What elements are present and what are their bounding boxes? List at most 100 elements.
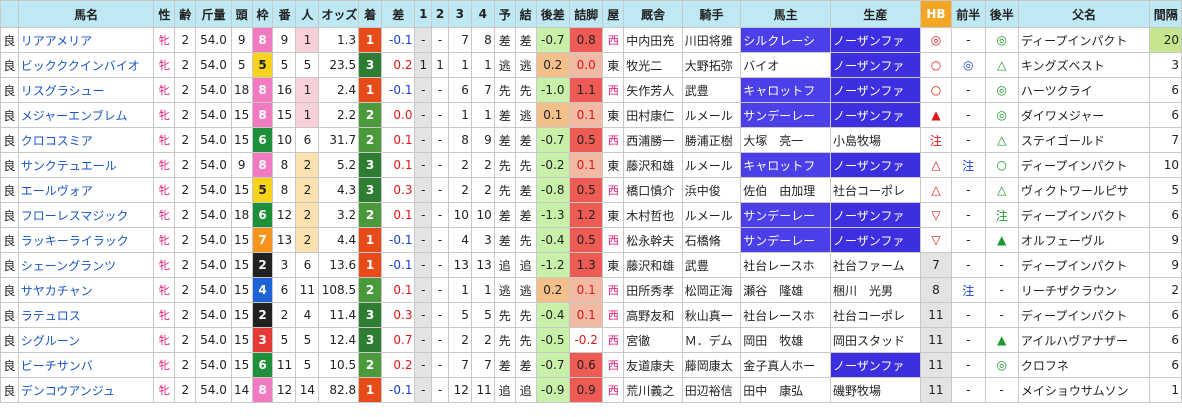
sire-cell: ディープインパクト [1017,252,1151,278]
column-header[interactable]: 齢 [174,0,197,28]
column-header[interactable]: 騎手 [681,0,742,28]
finish-cell: 2 [358,127,383,153]
column-header[interactable]: 性 [153,0,176,28]
horse-name-link[interactable]: シグルーン [17,327,155,353]
column-header[interactable]: オッズ [318,0,360,28]
column-header[interactable]: 父名 [1017,0,1151,28]
horse-name-link[interactable]: リアアメリア [17,27,155,53]
column-header[interactable]: HB [919,0,953,28]
bracket-cell: 6 [251,202,274,228]
field-size-cell: 15 [230,252,253,278]
column-header[interactable]: 結 [514,0,537,28]
predicted-style-cell: 先 [493,302,516,328]
column-header[interactable]: 番 [272,0,297,28]
odds-cell: 11.4 [318,302,360,328]
corner3-cell: 4 [447,227,472,253]
column-header[interactable]: 3 [447,0,472,28]
sex-cell: 牝 [153,277,176,303]
corner3-cell: 1 [447,277,472,303]
horse-name-link[interactable]: サヤカチャン [17,277,155,303]
corner3-cell: 10 [447,202,472,228]
horse-name-link[interactable]: ビーチサンバ [17,352,155,378]
jockey-cell: Ｍ．デム [681,327,742,353]
weight-cell: 54.0 [195,152,232,178]
track-condition: 良 [0,127,19,153]
horse-name-link[interactable]: サンクテュエール [17,152,155,178]
predicted-style-cell: 先 [493,327,516,353]
corner1-cell: - [414,277,433,303]
horse-name-link[interactable]: ビックククインバイオ [17,52,155,78]
hb-mark-cell: 8 [919,277,953,303]
column-header[interactable]: 着 [358,0,383,28]
column-header[interactable]: 2 [431,0,449,28]
column-header[interactable]: 馬主 [740,0,831,28]
jockey-cell: 浜中俊 [681,177,742,203]
column-header[interactable]: 詰脚 [568,0,604,28]
trainer-cell: 荒川義之 [623,377,683,403]
bracket-cell: 7 [251,227,274,253]
corner1-cell: - [414,152,433,178]
horse-name-link[interactable]: メジャーエンブレム [17,102,155,128]
interval-cell: 1 [1149,377,1182,403]
finish-cell: 2 [358,202,383,228]
result-style-cell: 先 [514,152,537,178]
horse-name-link[interactable]: フローレスマジック [17,202,155,228]
horse-name-link[interactable]: ラッキーライラック [17,227,155,253]
horse-name-link[interactable]: エールヴォア [17,177,155,203]
column-header[interactable]: 厩舎 [623,0,683,28]
finish-cell: 1 [358,227,383,253]
column-header[interactable]: 1 [414,0,433,28]
odds-cell: 3.2 [318,202,360,228]
column-header[interactable]: 後差 [535,0,570,28]
jockey-cell: 田辺裕信 [681,377,742,403]
column-header[interactable]: 間隔 [1149,0,1182,28]
weight-cell: 54.0 [195,227,232,253]
column-header[interactable]: 屋 [602,0,625,28]
column-header[interactable]: 生産 [829,0,921,28]
column-header[interactable]: 予 [493,0,516,28]
horse-name-link[interactable]: シェーングランツ [17,252,155,278]
sire-cell: ハーツクライ [1017,77,1151,103]
corner1-cell: - [414,252,433,278]
table-body: 良リアアメリア牝 2 54.0 9 8 9 1 1.3 1 -0.1- -7 8 差差 -0.7 0.8 西中… [0,27,1182,403]
column-header[interactable]: 4 [470,0,495,28]
finish-speed-cell: -0.2 [568,327,604,353]
age-cell: 2 [174,277,197,303]
margin-cell: 0.1 [381,127,416,153]
predicted-style-cell: 先 [493,152,516,178]
horse-name-link[interactable]: クロコスミア [17,127,155,153]
jockey-cell: ルメール [681,202,742,228]
odds-cell: 13.6 [318,252,360,278]
odds-cell: 2.4 [318,77,360,103]
closing-gap-cell: 0.2 [535,277,570,303]
odds-cell: 4.4 [318,227,360,253]
column-header[interactable]: 後半 [984,0,1019,28]
jockey-cell: ルメール [681,102,742,128]
closing-gap-cell: -0.2 [535,152,570,178]
column-header[interactable]: 頭 [230,0,253,28]
finish-cell: 2 [358,277,383,303]
column-header[interactable]: 人 [295,0,320,28]
bracket-cell: 8 [251,77,274,103]
field-size-cell: 15 [230,352,253,378]
stable-region-cell: 西 [602,127,625,153]
horse-name-link[interactable]: リスグラシュー [17,77,155,103]
margin-cell: 0.3 [381,302,416,328]
field-size-cell: 15 [230,277,253,303]
corner2-cell: - [431,152,449,178]
bracket-cell: 4 [251,277,274,303]
horse-name-link[interactable]: デンコウアンジュ [17,377,155,403]
column-header[interactable]: 枠 [251,0,274,28]
track-condition: 良 [0,252,19,278]
owner-cell: 金子真人ホー [740,352,831,378]
age-cell: 2 [174,152,197,178]
stable-region-cell: 東 [602,202,625,228]
column-header[interactable]: 差 [381,0,416,28]
corner3-cell: 5 [447,302,472,328]
column-header[interactable]: 馬名 [17,0,155,28]
horse-number-cell: 9 [272,27,297,53]
column-header[interactable]: 斤量 [195,0,232,28]
horse-name-link[interactable]: ラテュロス [17,302,155,328]
stable-region-cell: 東 [602,102,625,128]
column-header[interactable]: 前半 [951,0,986,28]
